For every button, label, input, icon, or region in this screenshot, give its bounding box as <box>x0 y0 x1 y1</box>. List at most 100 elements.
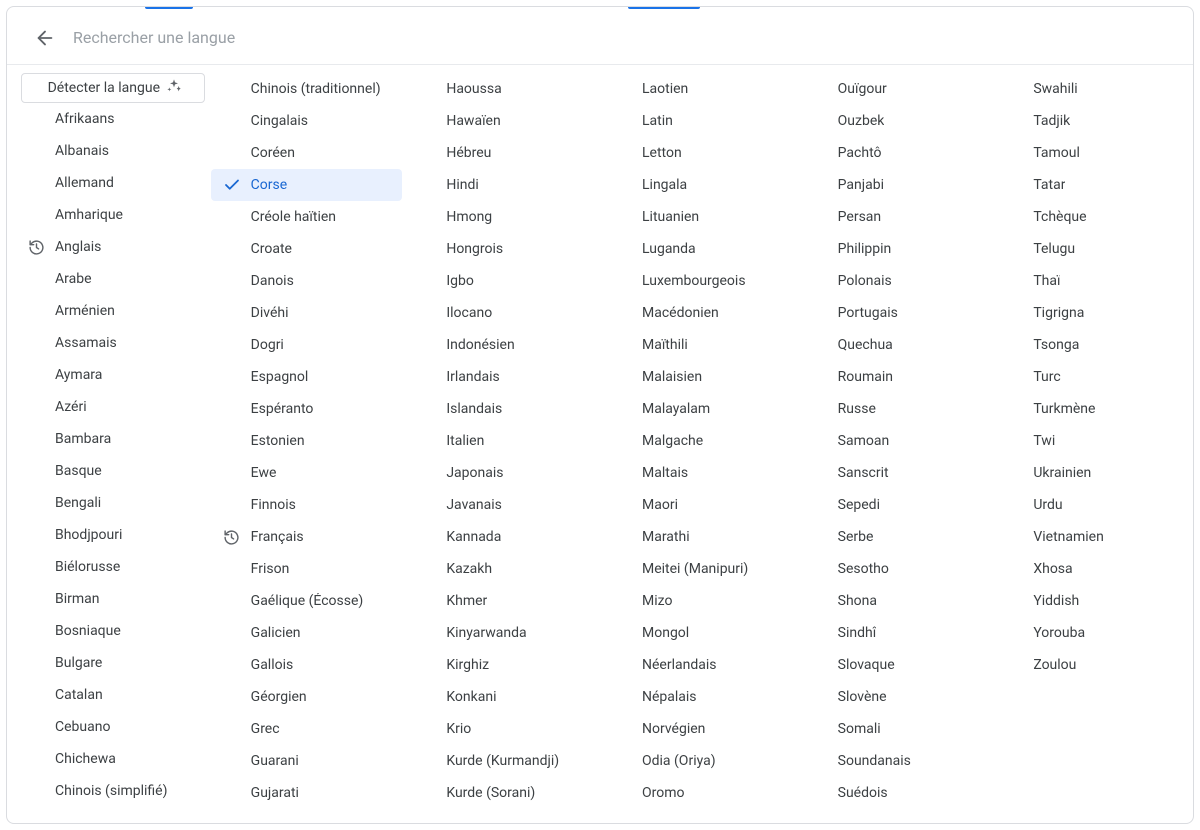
language-option[interactable]: Shona <box>798 585 990 617</box>
language-option[interactable]: Oromo <box>602 777 794 809</box>
language-option[interactable]: Danois <box>211 265 403 297</box>
language-option[interactable]: Basque <box>15 455 207 487</box>
language-option[interactable]: Amharique <box>15 199 207 231</box>
language-option[interactable]: Finnois <box>211 489 403 521</box>
language-option[interactable]: Anglais <box>15 231 207 263</box>
language-option[interactable]: Yorouba <box>993 617 1185 649</box>
language-option[interactable]: Slovène <box>798 681 990 713</box>
language-option[interactable]: Grec <box>211 713 403 745</box>
language-option[interactable]: Ilocano <box>406 297 598 329</box>
language-option[interactable]: Ewe <box>211 457 403 489</box>
language-option[interactable]: Divéhi <box>211 297 403 329</box>
language-option[interactable]: Luxembourgeois <box>602 265 794 297</box>
language-option[interactable]: Maori <box>602 489 794 521</box>
language-option[interactable]: Biélorusse <box>15 551 207 583</box>
language-option[interactable]: Persan <box>798 201 990 233</box>
language-option[interactable]: Gallois <box>211 649 403 681</box>
language-option[interactable]: Guarani <box>211 745 403 777</box>
language-option[interactable]: Panjabi <box>798 169 990 201</box>
search-input[interactable] <box>73 28 1185 47</box>
language-option[interactable]: Krio <box>406 713 598 745</box>
language-option[interactable]: Suédois <box>798 777 990 809</box>
language-option[interactable]: Ukrainien <box>993 457 1185 489</box>
language-option[interactable]: Quechua <box>798 329 990 361</box>
language-option[interactable]: Sepedi <box>798 489 990 521</box>
language-option[interactable]: Tchèque <box>993 201 1185 233</box>
language-option[interactable]: Coréen <box>211 137 403 169</box>
language-option[interactable]: Roumain <box>798 361 990 393</box>
language-option[interactable]: Japonais <box>406 457 598 489</box>
language-option[interactable]: Soundanais <box>798 745 990 777</box>
language-option[interactable]: Maltais <box>602 457 794 489</box>
language-option[interactable]: Tadjik <box>993 105 1185 137</box>
language-option[interactable]: Italien <box>406 425 598 457</box>
language-option[interactable]: Arabe <box>15 263 207 295</box>
language-option[interactable]: Samoan <box>798 425 990 457</box>
language-option[interactable]: Sindhî <box>798 617 990 649</box>
language-option[interactable]: Portugais <box>798 297 990 329</box>
language-option[interactable]: Igbo <box>406 265 598 297</box>
language-option[interactable]: Hawaïen <box>406 105 598 137</box>
language-option[interactable]: Bengali <box>15 487 207 519</box>
language-option[interactable]: Slovaque <box>798 649 990 681</box>
language-option[interactable]: Népalais <box>602 681 794 713</box>
language-option[interactable]: Chinois (simplifié) <box>15 775 207 807</box>
language-option[interactable]: Odia (Oriya) <box>602 745 794 777</box>
language-option[interactable]: Hmong <box>406 201 598 233</box>
language-option[interactable]: Frison <box>211 553 403 585</box>
language-option[interactable]: Khmer <box>406 585 598 617</box>
language-option[interactable]: Hongrois <box>406 233 598 265</box>
language-option[interactable]: Sesotho <box>798 553 990 585</box>
language-option[interactable]: Xhosa <box>993 553 1185 585</box>
language-option[interactable]: Luganda <box>602 233 794 265</box>
language-option[interactable]: Gujarati <box>211 777 403 809</box>
language-option[interactable]: Swahili <box>993 73 1185 105</box>
language-option[interactable]: Yiddish <box>993 585 1185 617</box>
language-option[interactable]: Vietnamien <box>993 521 1185 553</box>
language-option[interactable]: Espagnol <box>211 361 403 393</box>
language-option[interactable]: Laotien <box>602 73 794 105</box>
language-option[interactable]: Malgache <box>602 425 794 457</box>
language-option[interactable]: Arménien <box>15 295 207 327</box>
language-option[interactable]: Macédonien <box>602 297 794 329</box>
language-option[interactable]: Zoulou <box>993 649 1185 681</box>
language-option[interactable]: Irlandais <box>406 361 598 393</box>
language-option[interactable]: Bhodjpouri <box>15 519 207 551</box>
language-option[interactable]: Kannada <box>406 521 598 553</box>
language-option[interactable]: Urdu <box>993 489 1185 521</box>
language-option[interactable]: Konkani <box>406 681 598 713</box>
language-option[interactable]: Tigrigna <box>993 297 1185 329</box>
language-option[interactable]: Ouzbek <box>798 105 990 137</box>
detect-language-button[interactable]: Détecter la langue <box>21 73 205 103</box>
language-option[interactable]: Pachtô <box>798 137 990 169</box>
language-option[interactable]: Telugu <box>993 233 1185 265</box>
language-option[interactable]: Cebuano <box>15 711 207 743</box>
language-option[interactable]: Gaélique (Écosse) <box>211 585 403 617</box>
language-option[interactable]: Maïthili <box>602 329 794 361</box>
language-option[interactable]: Allemand <box>15 167 207 199</box>
language-option[interactable]: Latin <box>602 105 794 137</box>
language-option[interactable]: Bambara <box>15 423 207 455</box>
language-option[interactable]: Sanscrit <box>798 457 990 489</box>
language-option[interactable]: Serbe <box>798 521 990 553</box>
language-option[interactable]: Bulgare <box>15 647 207 679</box>
language-option[interactable]: Azéri <box>15 391 207 423</box>
language-option[interactable]: Créole haïtien <box>211 201 403 233</box>
language-option[interactable]: Javanais <box>406 489 598 521</box>
language-option[interactable]: Néerlandais <box>602 649 794 681</box>
language-option[interactable]: Aymara <box>15 359 207 391</box>
language-option[interactable]: Albanais <box>15 135 207 167</box>
language-option[interactable]: Kazakh <box>406 553 598 585</box>
language-option[interactable]: Malayalam <box>602 393 794 425</box>
language-option[interactable]: Birman <box>15 583 207 615</box>
language-option[interactable]: Islandais <box>406 393 598 425</box>
language-option[interactable]: Galicien <box>211 617 403 649</box>
language-option[interactable]: Haoussa <box>406 73 598 105</box>
language-option[interactable]: Géorgien <box>211 681 403 713</box>
language-option[interactable]: Lituanien <box>602 201 794 233</box>
back-button[interactable] <box>25 18 65 58</box>
language-option[interactable]: Français <box>211 521 403 553</box>
language-option[interactable]: Lingala <box>602 169 794 201</box>
language-option[interactable]: Kinyarwanda <box>406 617 598 649</box>
language-option[interactable]: Estonien <box>211 425 403 457</box>
